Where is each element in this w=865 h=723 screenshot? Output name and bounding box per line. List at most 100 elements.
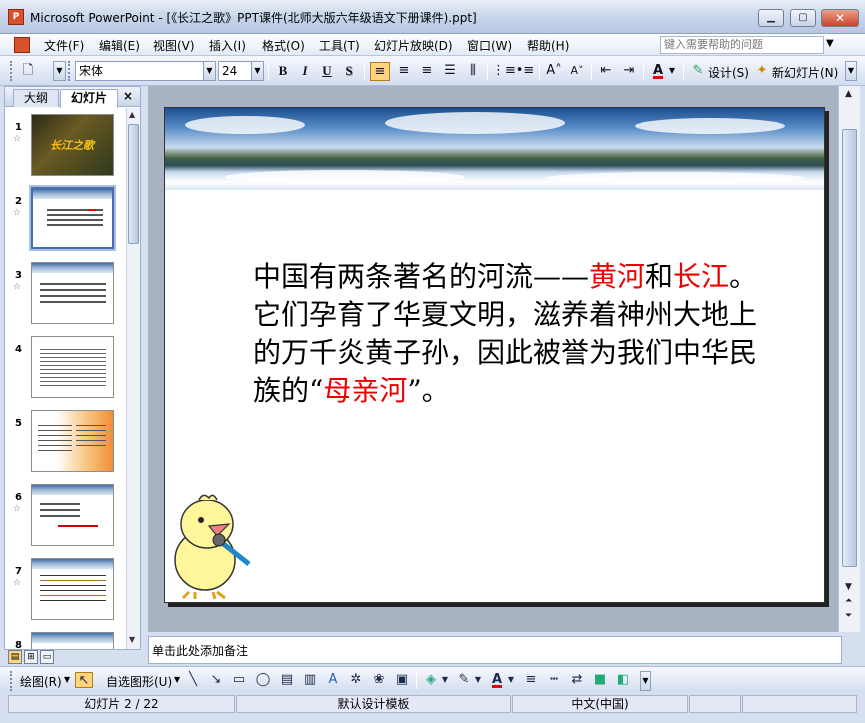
menu-slideshow[interactable]: 幻灯片放映(D): [374, 37, 453, 54]
italic-button[interactable]: I: [295, 62, 315, 81]
normal-view-icon[interactable]: ▤: [8, 650, 22, 664]
underline-button[interactable]: U: [317, 62, 337, 81]
design-template-status[interactable]: 默认设计模板: [236, 695, 511, 713]
align-right-icon[interactable]: ≡: [417, 62, 437, 81]
bold-button[interactable]: B: [273, 62, 293, 81]
decrease-indent-icon[interactable]: ⇤: [596, 62, 616, 81]
help-dropdown-arrow-icon[interactable]: ▼: [826, 38, 834, 49]
toolbar-grip[interactable]: [10, 61, 14, 81]
draw-menu-button[interactable]: 绘图(R): [20, 673, 62, 690]
help-search-input[interactable]: 键入需要帮助的问题: [660, 36, 824, 54]
autoshapes-menu-button[interactable]: 自选图形(U): [106, 673, 172, 690]
menu-window[interactable]: 窗口(W): [467, 37, 512, 54]
autoshapes-arrow-icon[interactable]: ▼: [174, 675, 180, 684]
scroll-up-arrow-icon[interactable]: ▲: [845, 89, 852, 99]
next-slide-icon[interactable]: ⏷: [845, 611, 852, 621]
menu-format[interactable]: 格式(O): [262, 37, 305, 54]
previous-slide-icon[interactable]: ⏶: [845, 596, 852, 606]
powerpoint-app-icon[interactable]: P: [8, 9, 24, 25]
dash-style-icon[interactable]: ┅: [545, 672, 563, 688]
increase-font-size-icon[interactable]: A˄: [544, 62, 564, 81]
menu-insert[interactable]: 插入(I): [209, 37, 246, 54]
new-document-icon[interactable]: 🗋: [18, 62, 38, 81]
slide-sorter-view-icon[interactable]: ⊞: [24, 650, 38, 664]
toolbar-grip[interactable]: [68, 61, 72, 81]
justify-icon[interactable]: ☰: [440, 62, 460, 81]
design-icon[interactable]: ✎: [688, 62, 708, 81]
oval-tool-icon[interactable]: ◯: [254, 672, 272, 688]
font-name-field[interactable]: 宋体: [75, 61, 204, 81]
toolbar-options-arrow-icon[interactable]: ▼: [53, 61, 66, 81]
font-color-icon[interactable]: A: [648, 62, 668, 81]
current-slide[interactable]: 中国有两条著名的河流——黄河和长江。它们孕育了华夏文明，滋养着神州大地上的万千炎…: [164, 107, 825, 603]
font-size-field[interactable]: 24: [218, 61, 252, 81]
insert-picture-icon[interactable]: ▣: [393, 672, 411, 688]
document-control-icon[interactable]: [14, 37, 30, 53]
line-style-icon[interactable]: ≡: [522, 672, 540, 688]
slideshow-view-icon[interactable]: ▭: [40, 650, 54, 664]
text-direction-icon[interactable]: ⫼: [463, 62, 483, 81]
numbering-icon[interactable]: ⋮≡: [492, 62, 516, 81]
line-color-icon[interactable]: ✎: [455, 672, 473, 688]
notes-pane[interactable]: 单击此处添加备注: [148, 636, 842, 664]
font-color-dropdown-icon[interactable]: ▼: [667, 62, 677, 81]
thumbnail-slide-2[interactable]: [29, 185, 116, 251]
slide-body-text[interactable]: 中国有两条著名的河流——黄河和长江。它们孕育了华夏文明，滋养着神州大地上的万千炎…: [253, 258, 773, 410]
textbox-tool-icon[interactable]: ▤: [278, 672, 296, 688]
rectangle-tool-icon[interactable]: ▭: [230, 672, 248, 688]
thumbnail-slide-8[interactable]: [31, 632, 114, 649]
clipart-icon[interactable]: ❀: [370, 672, 388, 688]
font-name-dropdown-icon[interactable]: ▼: [203, 61, 216, 81]
line-color-arrow-icon[interactable]: ▼: [473, 672, 483, 688]
align-left-icon[interactable]: ≡: [370, 62, 390, 81]
fill-color-icon[interactable]: ◈: [422, 672, 440, 688]
minimize-button[interactable]: ▁: [758, 9, 784, 27]
design-button[interactable]: 设计(S): [708, 64, 749, 81]
thumbnails-scrollbar[interactable]: ▲ ▼: [126, 108, 140, 649]
menu-edit[interactable]: 编辑(E): [99, 37, 140, 54]
diagram-icon[interactable]: ✲: [347, 672, 365, 688]
fill-color-arrow-icon[interactable]: ▼: [440, 672, 450, 688]
bullets-icon[interactable]: •≡: [515, 62, 535, 81]
close-pane-icon[interactable]: ×: [123, 89, 133, 103]
toolbar-options-arrow-icon[interactable]: ▼: [640, 671, 651, 691]
menu-view[interactable]: 视图(V): [153, 37, 195, 54]
3d-style-icon[interactable]: ◧: [614, 672, 632, 688]
menu-tools[interactable]: 工具(T): [319, 37, 360, 54]
select-pointer-icon[interactable]: ↖: [75, 672, 93, 688]
menu-file[interactable]: 文件(F): [44, 37, 84, 54]
shadow-style-icon[interactable]: ■: [591, 672, 609, 688]
thumbnail-slide-3[interactable]: [31, 262, 114, 324]
menu-help[interactable]: 帮助(H): [527, 37, 569, 54]
scroll-thumb[interactable]: [128, 124, 139, 244]
align-center-icon[interactable]: ≡: [394, 62, 414, 81]
toolbar-grip[interactable]: [10, 671, 14, 691]
wordart-icon[interactable]: A: [324, 672, 342, 688]
arrow-style-icon[interactable]: ⇄: [568, 672, 586, 688]
new-slide-icon[interactable]: ✦: [752, 62, 772, 81]
vertical-textbox-icon[interactable]: ▥: [301, 672, 319, 688]
font-color-draw-icon[interactable]: A: [488, 672, 506, 688]
tab-slides[interactable]: 幻灯片: [60, 89, 118, 108]
arrow-tool-icon[interactable]: ↘: [207, 672, 225, 688]
thumbnail-slide-1[interactable]: 长江之歌: [31, 114, 114, 176]
font-color-draw-arrow-icon[interactable]: ▼: [506, 672, 516, 688]
font-size-dropdown-icon[interactable]: ▼: [251, 61, 264, 81]
slide-scrollbar[interactable]: ▲ ▼ ⏶ ⏷: [838, 86, 860, 632]
thumbnail-slide-4[interactable]: [31, 336, 114, 398]
scroll-down-arrow-icon[interactable]: ▼: [129, 635, 135, 644]
scroll-down-arrow-icon[interactable]: ▼: [845, 582, 852, 592]
thumbnail-slide-7[interactable]: [31, 558, 114, 620]
scroll-up-arrow-icon[interactable]: ▲: [129, 110, 135, 119]
line-tool-icon[interactable]: ╲: [184, 672, 202, 688]
increase-indent-icon[interactable]: ⇥: [619, 62, 639, 81]
thumbnail-slide-5[interactable]: [31, 410, 114, 472]
close-window-button[interactable]: ✕: [821, 9, 859, 27]
tab-outline[interactable]: 大纲: [13, 89, 59, 107]
shadow-button[interactable]: S: [339, 62, 359, 81]
decrease-font-size-icon[interactable]: A˅: [567, 62, 587, 81]
draw-menu-arrow-icon[interactable]: ▼: [64, 675, 70, 684]
new-slide-button[interactable]: 新幻灯片(N): [772, 64, 838, 81]
maximize-button[interactable]: ▢: [790, 9, 816, 27]
toolbar-options-arrow-icon[interactable]: ▼: [845, 61, 857, 81]
